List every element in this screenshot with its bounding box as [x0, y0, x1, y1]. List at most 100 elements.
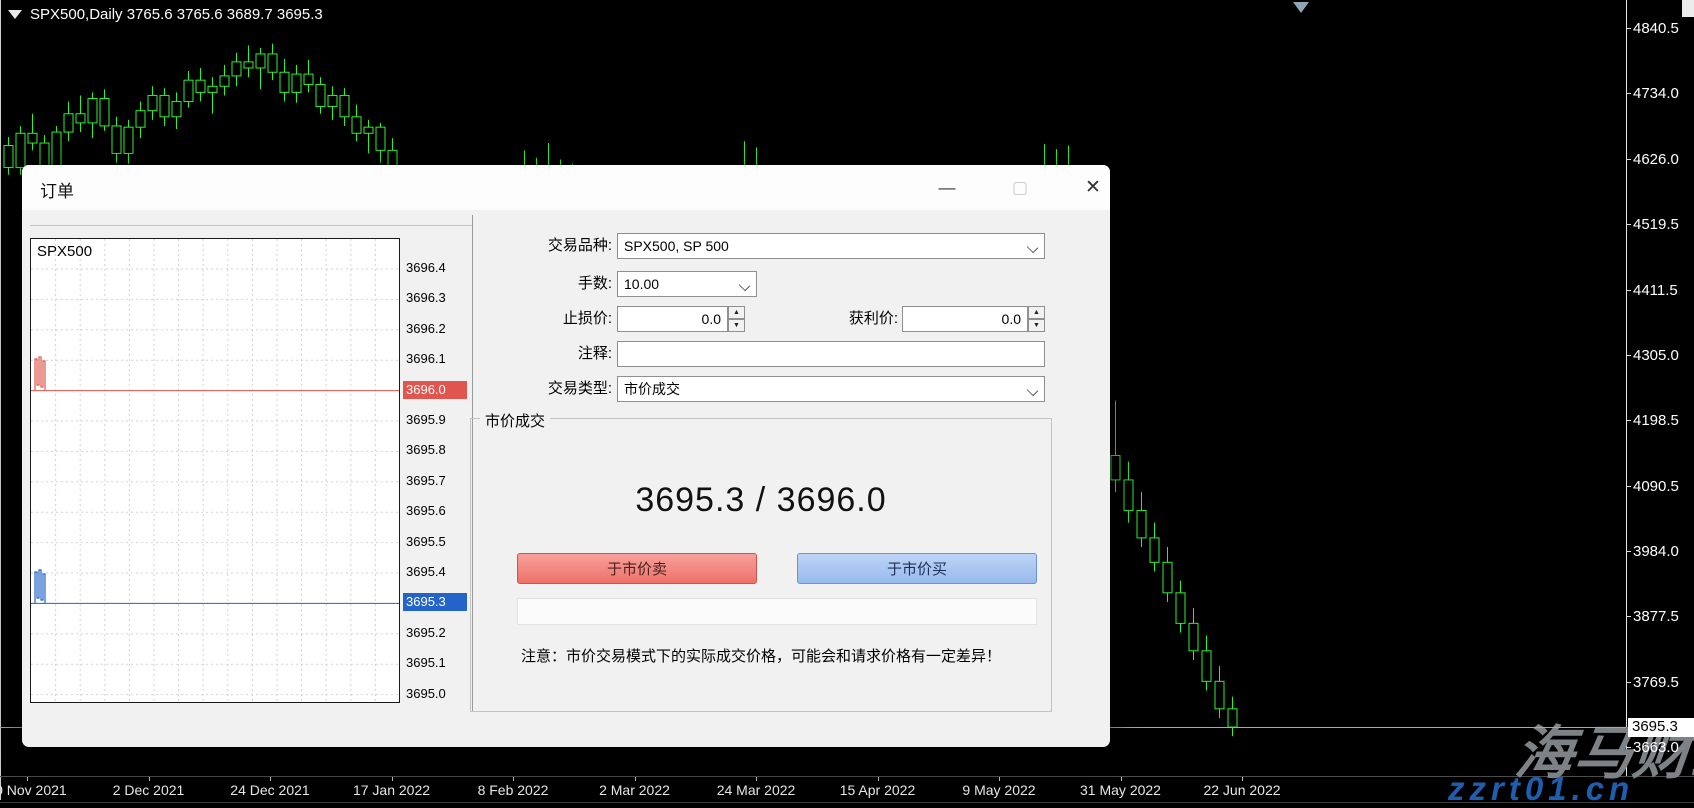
- spinner-up-icon[interactable]: ▲: [1028, 306, 1045, 319]
- candle-body: [316, 84, 325, 106]
- chevron-down-icon: [1027, 242, 1038, 253]
- spinner-down-icon[interactable]: ▼: [728, 319, 745, 332]
- dialog-titlebar[interactable]: 订单 — ▢ ✕: [22, 165, 1110, 210]
- candle-body: [1111, 456, 1120, 480]
- take-profit-input[interactable]: 0.0: [902, 306, 1028, 332]
- date-axis-label: 8 Feb 2022: [478, 782, 549, 798]
- candle-body: [4, 145, 13, 167]
- tick-scale-label: 3695.4: [406, 563, 468, 581]
- candle-body: [124, 127, 133, 153]
- close-icon: ✕: [1085, 176, 1101, 199]
- order-result-bar: [517, 598, 1037, 625]
- date-axis-tick: [27, 777, 28, 781]
- spinner-down-icon[interactable]: ▼: [1028, 319, 1045, 332]
- tick-scale-label: 3695.8: [406, 441, 468, 459]
- maximize-icon: ▢: [1012, 178, 1028, 198]
- candle-body: [1176, 593, 1185, 624]
- chart-scroll-marker-icon: [1293, 2, 1309, 13]
- candle-body: [280, 72, 289, 92]
- date-axis-tick: [1121, 777, 1122, 781]
- candle-body: [1228, 709, 1237, 727]
- price-axis-tick: [1626, 224, 1631, 225]
- spinner-up-icon[interactable]: ▲: [728, 306, 745, 319]
- date-axis-label: 9 May 2022: [962, 782, 1035, 798]
- date-axis-label: 2 Dec 2021: [113, 782, 185, 798]
- candle-body: [100, 98, 109, 125]
- candle-body: [196, 80, 205, 92]
- price-axis-tick: [1626, 159, 1631, 160]
- date-axis-tick: [635, 777, 636, 781]
- buy-by-market-button[interactable]: 于市价买: [797, 553, 1037, 584]
- candle-body: [352, 117, 361, 133]
- tick-chart: SPX500: [30, 238, 400, 703]
- price-axis-label: 4090.5: [1633, 478, 1679, 495]
- date-axis-label: 17 Jan 2022: [353, 782, 430, 798]
- volume-select-value: 10.00: [624, 276, 659, 292]
- tick-scale-label: 3695.7: [406, 472, 468, 490]
- candle-body: [1202, 651, 1211, 682]
- candle-body: [1137, 510, 1146, 537]
- candle-body: [220, 76, 229, 86]
- date-axis-label: 10 Nov 2021: [0, 782, 67, 798]
- price-axis-label: 3877.5: [1633, 608, 1679, 625]
- candle-body: [64, 114, 73, 132]
- stop-loss-label: 止损价:: [462, 306, 612, 332]
- volume-label: 手数:: [462, 271, 612, 297]
- tick-scale-label: 3695.9: [406, 411, 468, 429]
- minimize-icon: —: [939, 178, 956, 198]
- date-axis-tick: [878, 777, 879, 781]
- candle-body: [1150, 538, 1159, 562]
- price-axis-tick: [1626, 616, 1631, 617]
- close-button[interactable]: ✕: [1070, 172, 1116, 203]
- candle-body: [340, 95, 349, 116]
- execution-note: 注意：市价交易模式下的实际成交价格，可能会和请求价格有一定差异！: [470, 645, 1052, 666]
- date-axis-label: 24 Mar 2022: [717, 782, 796, 798]
- date-axis-label: 15 Apr 2022: [840, 782, 916, 798]
- date-axis-label: 31 May 2022: [1080, 782, 1161, 798]
- price-axis-label: 4411.5: [1633, 282, 1678, 299]
- candle-body: [364, 127, 373, 133]
- symbol-label: 交易品种:: [462, 233, 612, 259]
- candle-body: [1215, 681, 1224, 708]
- price-axis-tick: [1626, 355, 1631, 356]
- window-bottom-border: [0, 802, 1694, 803]
- tick-scale-label: 3695.2: [406, 624, 468, 642]
- watermark-site: zzrt01.cn: [1448, 770, 1634, 808]
- symbol-select[interactable]: SPX500, SP 500: [617, 233, 1045, 259]
- candle-body: [388, 150, 397, 165]
- order-dialog: 订单 — ▢ ✕ SPX500 3696.43696.33696.23696.1…: [22, 165, 1110, 747]
- candle-body: [172, 102, 181, 117]
- tick-scale-label: 3696.2: [406, 320, 468, 338]
- tick-scale-label: 3695.0: [406, 685, 468, 703]
- price-axis-label: 3769.5: [1633, 674, 1679, 691]
- candle-body: [376, 127, 385, 150]
- tick-scale-label: 3696.1: [406, 350, 468, 368]
- sell-by-market-button[interactable]: 于市价卖: [517, 553, 757, 584]
- tick-chart-canvas: [31, 239, 399, 702]
- order-type-select[interactable]: 市价成交: [617, 376, 1045, 402]
- bid-tick-history: [35, 570, 45, 603]
- market-execution-group-title: 市价成交: [480, 410, 550, 431]
- candle-body: [28, 133, 37, 143]
- ask-price-badge: 3696.0: [403, 381, 467, 399]
- volume-select[interactable]: 10.00: [617, 271, 757, 297]
- date-axis-label: 2 Mar 2022: [599, 782, 670, 798]
- candle-body: [1163, 562, 1172, 593]
- symbol-dropdown-icon[interactable]: [8, 10, 22, 19]
- price-axis-tick: [1626, 682, 1631, 683]
- candle-body: [88, 98, 97, 122]
- dialog-title: 订单: [40, 177, 74, 202]
- date-axis-tick: [999, 777, 1000, 781]
- comment-input[interactable]: [617, 341, 1045, 367]
- stop-loss-stepper: ▲ ▼: [728, 306, 745, 332]
- stop-loss-input[interactable]: 0.0: [617, 306, 728, 332]
- mini-chart-top-border: [30, 225, 473, 226]
- bid-price-badge: 3695.3: [403, 593, 467, 611]
- candle-body: [16, 133, 25, 167]
- minimize-button[interactable]: —: [924, 172, 970, 203]
- maximize-button[interactable]: ▢: [997, 172, 1043, 203]
- trading-platform-window: SPX500,Daily 3765.6 3765.6 3689.7 3695.3…: [0, 0, 1694, 808]
- price-axis-tick: [1626, 290, 1631, 291]
- candle-body: [304, 74, 313, 84]
- candle-body: [256, 54, 265, 68]
